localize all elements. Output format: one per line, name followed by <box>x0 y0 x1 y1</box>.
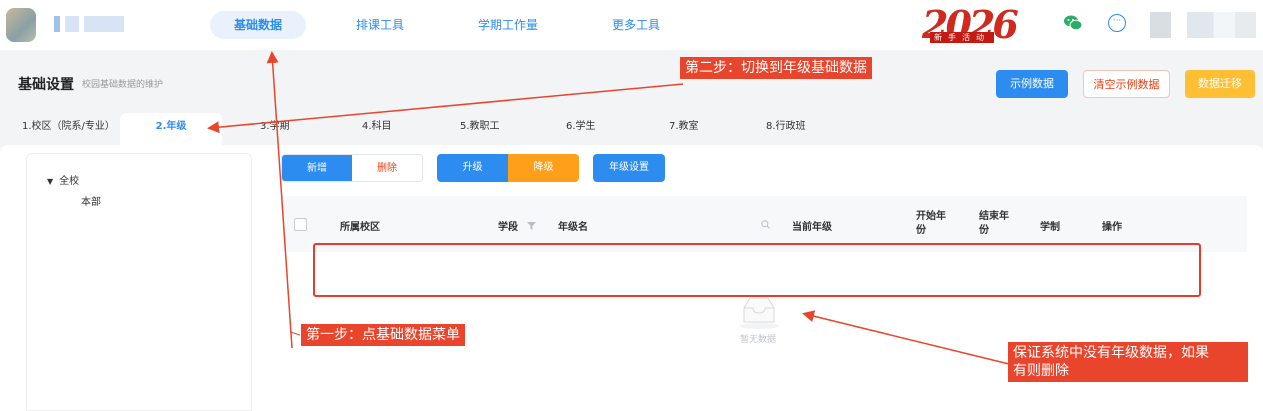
empty-state-text: 暂无数据 <box>740 335 777 345</box>
nav-basic-data[interactable]: 基础数据 <box>210 11 307 39</box>
col-actions: 操作 <box>1102 222 1122 233</box>
caret-down-icon[interactable]: ▼ <box>47 177 53 186</box>
top-nav-bar: 基础数据 排课工具 学期工作量 更多工具 2026 新手活动 ··· <box>0 0 1263 50</box>
tree-root-label: 全校 <box>59 176 80 187</box>
grade-settings-group: 年级设置 <box>593 154 665 182</box>
empty-box-icon <box>739 297 779 329</box>
upgrade-downgrade-group: 升级 降级 <box>437 154 579 182</box>
nav-semester-workload[interactable]: 学期工作量 <box>454 11 562 39</box>
col-current-grade: 当前年级 <box>792 222 832 233</box>
user-avatar-blurred[interactable] <box>1150 12 1256 38</box>
add-delete-group: 新增 删除 <box>281 154 423 182</box>
select-all-checkbox[interactable] <box>294 218 307 231</box>
tab-semester[interactable]: 3.学期 <box>260 113 290 147</box>
main-nav: 基础数据 排课工具 学期工作量 更多工具 <box>210 11 710 39</box>
annotation-step-two: 第二步：切换到年级基础数据 <box>680 57 872 79</box>
clear-sample-data-button[interactable]: 清空示例数据 <box>1083 70 1170 98</box>
tab-classroom[interactable]: 7.教室 <box>669 113 699 147</box>
col-stage-label: 学段 <box>498 222 518 233</box>
tab-staff[interactable]: 5.教职工 <box>460 113 500 147</box>
filter-icon[interactable] <box>527 222 537 230</box>
col-stage: 学段 <box>498 218 537 233</box>
school-name-blurred <box>54 16 144 34</box>
tab-student[interactable]: 6.学生 <box>566 113 596 147</box>
annotation-step-one: 第一步：点基础数据菜单 <box>301 324 465 346</box>
downgrade-button[interactable]: 降级 <box>508 154 579 182</box>
grade-settings-button[interactable]: 年级设置 <box>593 154 665 182</box>
tab-subject[interactable]: 4.科目 <box>362 113 392 147</box>
tree-node-main-campus[interactable]: 本部 <box>81 193 101 208</box>
col-grade-name: 年级名 <box>558 222 588 233</box>
school-logo[interactable] <box>6 8 36 42</box>
page-title: 基础设置 <box>18 77 74 93</box>
promo-caption: 新手活动 <box>930 32 994 43</box>
promo-banner-2026[interactable]: 2026 新手活动 <box>922 2 1019 47</box>
highlight-box-table-rows <box>313 243 1201 297</box>
tab-grade[interactable]: 2.年级 <box>120 113 222 147</box>
search-icon[interactable] <box>761 220 770 229</box>
upgrade-button[interactable]: 升级 <box>437 154 508 182</box>
campus-tree: ▼ 全校 本部 <box>26 153 252 411</box>
data-migration-button[interactable]: 数据迁移 <box>1185 70 1255 98</box>
sample-data-button[interactable]: 示例数据 <box>996 70 1068 98</box>
annotation-note: 保证系统中没有年级数据，如果 有则删除 <box>1008 342 1248 382</box>
delete-button[interactable]: 删除 <box>352 155 422 181</box>
nav-more-tools[interactable]: 更多工具 <box>588 11 684 39</box>
col-start-year: 开始年份 <box>916 211 946 236</box>
annotation-note-line2: 有则删除 <box>1013 363 1069 379</box>
add-button[interactable]: 新增 <box>282 155 352 181</box>
tab-admin-class[interactable]: 8.行政班 <box>766 113 806 147</box>
tab-campus[interactable]: 1.校区（院系/专业） <box>22 113 115 147</box>
message-icon[interactable]: ··· <box>1108 14 1126 32</box>
nav-scheduling-tools[interactable]: 排课工具 <box>332 11 428 39</box>
col-system: 学制 <box>1040 222 1060 233</box>
data-tabs: 1.校区（院系/专业） 2.年级 3.学期 4.科目 5.教职工 6.学生 7.… <box>0 113 1263 147</box>
page-subtitle: 校园基础数据的维护 <box>82 80 164 90</box>
col-campus: 所属校区 <box>340 222 380 233</box>
wechat-icon[interactable] <box>1063 14 1083 32</box>
annotation-note-line1: 保证系统中没有年级数据，如果 <box>1013 345 1209 361</box>
col-end-year: 结束年份 <box>979 211 1009 236</box>
tree-node-root[interactable]: ▼ 全校 <box>47 172 79 187</box>
